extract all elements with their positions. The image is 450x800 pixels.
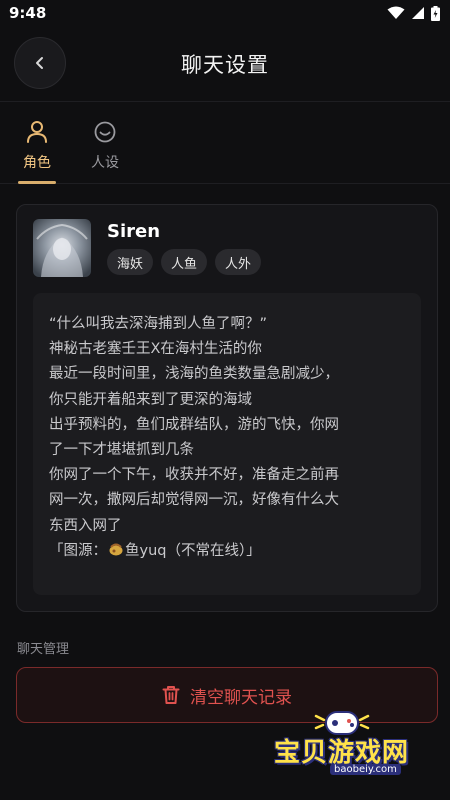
- image-source-line: 「图源： 鱼yuq（不常在线）」: [49, 539, 407, 564]
- status-icons: [387, 5, 440, 21]
- source-emoji-icon: [109, 543, 123, 556]
- tab-persona-label: 人设: [91, 155, 119, 171]
- character-avatar[interactable]: [33, 219, 91, 277]
- section-label-chat-management: 聊天管理: [17, 642, 70, 657]
- description-line: 出乎预料的，鱼们成群结队，游的飞快，你网: [49, 416, 339, 433]
- chevron-left-icon: [36, 57, 43, 69]
- character-description: “什么叫我去深海捕到人鱼了啊？” 神秘古老塞壬王X在海村生活的你 最近一段时间里…: [33, 293, 421, 595]
- source-suffix: 鱼yuq（不常在线）」: [125, 542, 261, 559]
- active-tab-indicator: [18, 181, 56, 184]
- tab-character[interactable]: 角色: [14, 120, 60, 172]
- description-line: 东西入网了: [49, 517, 122, 534]
- cellular-signal-icon: [412, 7, 424, 19]
- source-prefix: 「图源：: [49, 542, 107, 559]
- character-name: Siren: [107, 221, 161, 242]
- description-line: 网一次，撒网后却觉得网一沉，好像有什么大: [49, 492, 339, 509]
- description-line: 最近一段时间里，浅海的鱼类数量急剧减少，: [49, 366, 339, 383]
- tag: 海妖: [107, 249, 154, 275]
- tab-persona[interactable]: 人设: [82, 120, 128, 172]
- person-icon: [27, 121, 47, 143]
- watermark-url: baobeiy.com: [330, 764, 401, 775]
- description-line: “什么叫我去深海捕到人鱼了啊？”: [49, 316, 268, 332]
- wifi-icon: [387, 6, 405, 19]
- tab-character-label: 角色: [23, 155, 51, 171]
- status-bar: 9:48: [0, 0, 450, 26]
- clear-chat-history-label: 清空聊天记录: [190, 687, 292, 708]
- tag: 人外: [215, 249, 262, 275]
- description-line: 你只能开着船来到了更深的海域: [49, 391, 252, 408]
- back-button[interactable]: [14, 37, 66, 89]
- description-line: 神秘古老塞壬王X在海村生活的你: [49, 341, 262, 358]
- character-tags: 海妖 人鱼 人外: [107, 249, 262, 275]
- description-line: 了一下才堪堪抓到几条: [49, 442, 194, 459]
- trash-icon: [162, 686, 180, 704]
- smile-icon: [94, 121, 116, 143]
- watermark: 宝贝游戏网 baobeiy.com: [268, 706, 448, 796]
- character-card: Siren 海妖 人鱼 人外 “什么叫我去深海捕到人鱼了啊？” 神秘古老塞壬王X…: [16, 204, 438, 612]
- header: 聊天设置: [0, 26, 450, 102]
- page-title: 聊天设置: [181, 52, 269, 77]
- battery-icon: [431, 5, 440, 21]
- chat-settings-screen: 9:48 聊天设置 角色 人设 Siren 海妖 人鱼 人外 “什么叫我去深海捕…: [0, 0, 450, 800]
- tag: 人鱼: [161, 249, 208, 275]
- status-time: 9:48: [9, 4, 47, 22]
- tab-bar: 角色 人设: [0, 102, 450, 184]
- description-line: 你网了一个下午，收获并不好，准备走之前再: [49, 467, 339, 484]
